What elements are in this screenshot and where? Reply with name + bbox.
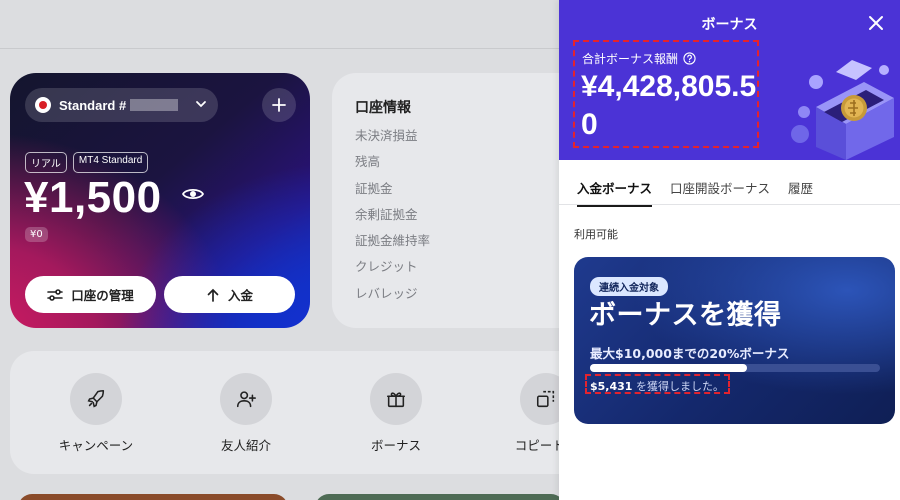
bonus-progress-fill [590,364,747,372]
info-item-unrealized-pl: 未決済損益 [355,128,418,143]
quick-action-label: ボーナス [370,438,421,453]
bonus-progress-bar [590,364,880,372]
quick-action-campaign[interactable]: キャンペーン [31,373,161,454]
account-type-tag: リアル [25,152,67,173]
gift-box-illustration [791,60,894,160]
tab-deposit-bonus[interactable]: 入金ボーナス [577,178,653,207]
account-tags: リアル MT4 Standard [25,152,149,173]
close-icon [869,16,883,30]
account-info-panel: 口座情報 未決済損益 残高 証拠金 余剰証拠金 証拠金維持率 クレジット レバレ… [332,73,592,328]
deposit-label: 入金 [227,288,253,303]
platform-tag: MT4 Standard [72,152,149,173]
bonus-card-description: 最大$10,000までの20%ボーナス [590,346,790,361]
sub-balance: ¥0 [25,227,48,242]
info-item-leverage: レバレッジ [355,285,418,301]
info-item-balance: 残高 [355,154,381,170]
bonus-card-title: ボーナスを獲得 [589,300,782,331]
settings-sliders-icon [47,288,64,301]
highlight-box [573,40,759,148]
japan-flag-icon [35,97,51,113]
quick-action-referral[interactable]: 友人紹介 [181,373,311,454]
account-balance: ¥1,500 [24,173,162,222]
quick-action-bonus[interactable]: ボーナス [331,373,461,454]
promo-tile[interactable] [315,494,565,500]
drawer-header: ボーナス 合計ボーナス報酬 ¥4,428,805.50 [559,0,900,160]
account-name: Standard # [59,97,127,113]
arrow-up-icon [207,288,219,302]
deposit-button[interactable]: 入金 [164,276,295,313]
info-item-margin-level: 証拠金維持率 [355,233,431,249]
add-account-button[interactable] [262,88,296,122]
info-item-credit: クレジット [355,259,418,275]
info-item-free-margin: 余剰証拠金 [355,206,418,222]
tabs-divider [559,204,900,205]
account-selector[interactable]: Standard # [25,88,218,122]
plus-icon [272,98,286,112]
highlight-box [585,374,730,394]
drawer-title: ボーナス [701,17,758,33]
gift-icon [386,392,406,408]
eye-icon[interactable] [181,186,205,206]
account-card: Standard # リアル MT4 Standard ¥1,500 ¥0 口座… [10,73,310,328]
promo-tile[interactable] [18,494,288,500]
info-item-margin: 証拠金 [355,180,393,196]
close-button[interactable] [866,13,886,33]
account-number-masked [130,99,179,111]
bonus-drawer: ボーナス 合計ボーナス報酬 ¥4,428,805.50 入金ボーナス 口座開設ボ… [559,0,900,500]
manage-account-label: 口座の管理 [71,288,134,303]
header-divider [0,48,560,49]
account-info-title: 口座情報 [355,100,411,116]
quick-action-label: 友人紹介 [220,438,271,453]
bonus-tabs: 入金ボーナス 口座開設ボーナス 履歴 [577,178,813,207]
tab-account-opening-bonus[interactable]: 口座開設ボーナス [670,178,770,207]
account-info-list: 未決済損益 残高 証拠金 余剰証拠金 証拠金維持率 クレジット レバレッジ [355,128,431,313]
copy-trade-icon [536,390,555,408]
manage-account-button[interactable]: 口座の管理 [25,276,156,313]
add-friend-icon [236,391,256,408]
quick-actions-panel: キャンペーン 友人紹介 ボーナス コピートレ [10,351,590,474]
chevron-down-icon [194,96,208,115]
tab-history[interactable]: 履歴 [788,178,813,207]
quick-action-label: キャンペーン [58,438,134,453]
deposit-bonus-card[interactable]: 連続入金対象 ボーナスを獲得 最大$10,000までの20%ボーナス $5,43… [574,257,895,424]
rocket-icon [87,389,105,408]
section-available-label: 利用可能 [574,228,618,241]
